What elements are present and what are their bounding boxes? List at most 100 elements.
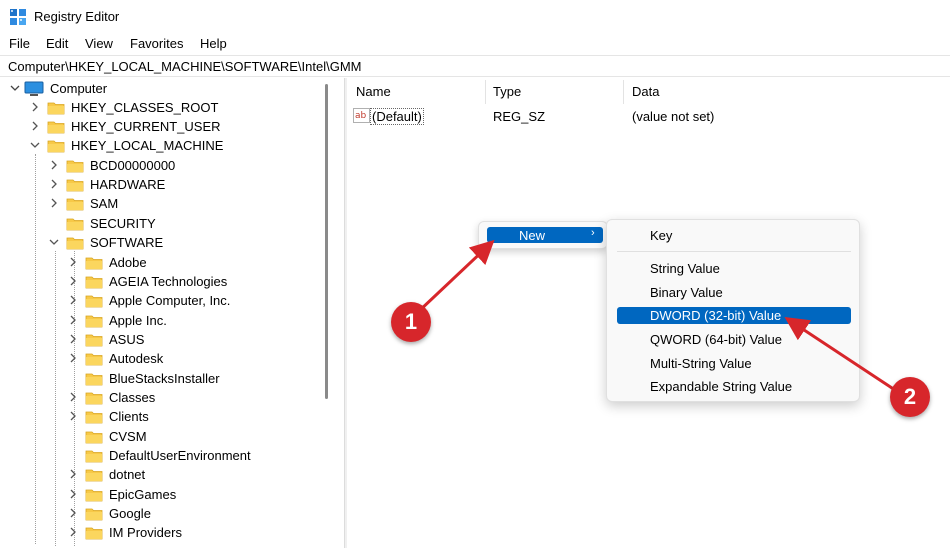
chevron-right-icon[interactable]	[48, 158, 60, 172]
folder-icon	[85, 334, 103, 347]
chevron-right-icon[interactable]	[67, 293, 79, 307]
chevron-right-icon[interactable]	[67, 390, 79, 404]
tree-label: Google	[109, 506, 151, 521]
submenu-item-string-value[interactable]: String Value	[617, 260, 851, 277]
menu-file[interactable]: File	[9, 36, 30, 51]
tree-item[interactable]: Classes	[0, 388, 320, 407]
tree-label: DefaultUserEnvironment	[109, 448, 251, 463]
submenu-item-expandable-string-value[interactable]: Expandable String Value	[617, 378, 851, 395]
tree-item[interactable]: SECURITY	[0, 214, 320, 233]
submenu-item-multi-string-value[interactable]: Multi-String Value	[617, 355, 851, 372]
tree-item[interactable]: Apple Computer, Inc.	[0, 291, 320, 310]
tree-label: Adobe	[109, 255, 147, 270]
chevron-right-icon[interactable]	[29, 119, 41, 133]
tree-label: BlueStacksInstaller	[109, 371, 220, 386]
chevron-right-icon[interactable]	[67, 525, 79, 539]
tree-item[interactable]: Clients	[0, 407, 320, 426]
folder-icon	[47, 121, 65, 134]
tree-label: BCD00000000	[90, 158, 176, 173]
chevron-right-icon[interactable]	[48, 177, 60, 191]
tree-label: SAM	[90, 196, 119, 211]
chevron-down-icon[interactable]	[48, 235, 60, 249]
value-name: (Default)	[370, 108, 424, 125]
tree-label: Computer	[50, 81, 108, 96]
column-header-name[interactable]: Name	[356, 84, 391, 99]
address-bar[interactable]: Computer\HKEY_LOCAL_MACHINE\SOFTWARE\Int…	[0, 55, 950, 77]
submenu-item-binary-value[interactable]: Binary Value	[617, 284, 851, 301]
submenu-item-key[interactable]: Key	[617, 227, 851, 244]
tree-item[interactable]: ASUS	[0, 330, 320, 349]
folder-icon	[85, 489, 103, 502]
tree-item[interactable]: HARDWARE	[0, 175, 320, 194]
tree-item[interactable]: BCD00000000	[0, 156, 320, 175]
submenu-item-qword-value[interactable]: QWORD (64-bit) Value	[617, 331, 851, 348]
column-separator[interactable]	[623, 80, 624, 104]
reg-sz-icon: ab	[353, 108, 370, 123]
folder-icon	[85, 527, 103, 540]
title-bar: Registry Editor	[0, 0, 950, 32]
tree-item[interactable]: BlueStacksInstaller	[0, 369, 320, 388]
svg-text:ab: ab	[355, 111, 367, 121]
tree-item[interactable]: IM Providers	[0, 523, 320, 542]
column-header-data[interactable]: Data	[632, 84, 659, 99]
tree-label: EpicGames	[109, 487, 177, 502]
column-separator[interactable]	[485, 80, 486, 104]
tree-item-computer[interactable]: Computer	[0, 79, 320, 98]
chevron-down-icon[interactable]	[29, 138, 41, 152]
chevron-right-icon[interactable]	[29, 100, 41, 114]
chevron-right-icon[interactable]	[67, 487, 79, 501]
folder-icon	[85, 276, 103, 289]
tree-label: IM Providers	[109, 525, 182, 540]
chevron-right-icon[interactable]	[67, 351, 79, 365]
chevron-right-icon[interactable]	[67, 409, 79, 423]
menu-item-label: New	[519, 228, 546, 243]
tree-item[interactable]: Apple Inc.	[0, 311, 320, 330]
step-badge-1: 1	[391, 302, 431, 342]
chevron-right-icon[interactable]	[67, 467, 79, 481]
tree-item[interactable]: HKEY_CURRENT_USER	[0, 117, 320, 136]
chevron-down-icon[interactable]	[9, 81, 21, 95]
tree-item[interactable]: Autodesk	[0, 349, 320, 368]
address-path: Computer\HKEY_LOCAL_MACHINE\SOFTWARE\Int…	[8, 59, 362, 74]
tree-label: Apple Inc.	[109, 313, 167, 328]
tree-item[interactable]: DefaultUserEnvironment	[0, 446, 320, 465]
menu-favorites[interactable]: Favorites	[130, 36, 183, 51]
computer-icon	[24, 81, 44, 96]
chevron-right-icon[interactable]	[48, 196, 60, 210]
submenu-item-dword-value[interactable]: DWORD (32-bit) Value	[617, 307, 851, 324]
tree-item[interactable]: Google	[0, 504, 320, 523]
tree-item[interactable]: dotnet	[0, 465, 320, 484]
window-title: Registry Editor	[34, 9, 120, 24]
value-data: (value not set)	[632, 109, 715, 124]
tree-label: SOFTWARE	[90, 235, 164, 250]
folder-icon	[85, 431, 103, 444]
step-badge-2: 2	[890, 377, 930, 417]
tree-item[interactable]: Adobe	[0, 253, 320, 272]
folder-icon	[66, 237, 84, 250]
folder-icon	[85, 411, 103, 424]
menu-help[interactable]: Help	[200, 36, 227, 51]
column-header-type[interactable]: Type	[493, 84, 521, 99]
menu-view[interactable]: View	[85, 36, 113, 51]
tree-item[interactable]: SAM	[0, 194, 320, 213]
tree-scrollbar[interactable]	[325, 84, 328, 399]
value-row[interactable]: ab (Default) REG_SZ (value not set)	[347, 106, 947, 126]
tree-item[interactable]: SOFTWARE	[0, 233, 320, 252]
chevron-right-icon[interactable]	[67, 313, 79, 327]
chevron-right-icon[interactable]	[67, 274, 79, 288]
folder-icon	[66, 179, 84, 192]
tree-item[interactable]: EpicGames	[0, 485, 320, 504]
chevron-right-icon[interactable]	[67, 255, 79, 269]
folder-icon	[85, 257, 103, 270]
registry-editor-icon	[10, 9, 26, 25]
tree-item[interactable]: CVSM	[0, 427, 320, 446]
chevron-right-icon[interactable]	[67, 506, 79, 520]
menu-edit[interactable]: Edit	[46, 36, 68, 51]
tree-label: HARDWARE	[90, 177, 166, 192]
folder-icon	[85, 353, 103, 366]
menu-item-new[interactable]: New ›	[487, 227, 603, 243]
tree-item[interactable]: HKEY_LOCAL_MACHINE	[0, 136, 320, 155]
tree-item[interactable]: AGEIA Technologies	[0, 272, 320, 291]
chevron-right-icon[interactable]	[67, 332, 79, 346]
tree-item[interactable]: HKEY_CLASSES_ROOT	[0, 98, 320, 117]
